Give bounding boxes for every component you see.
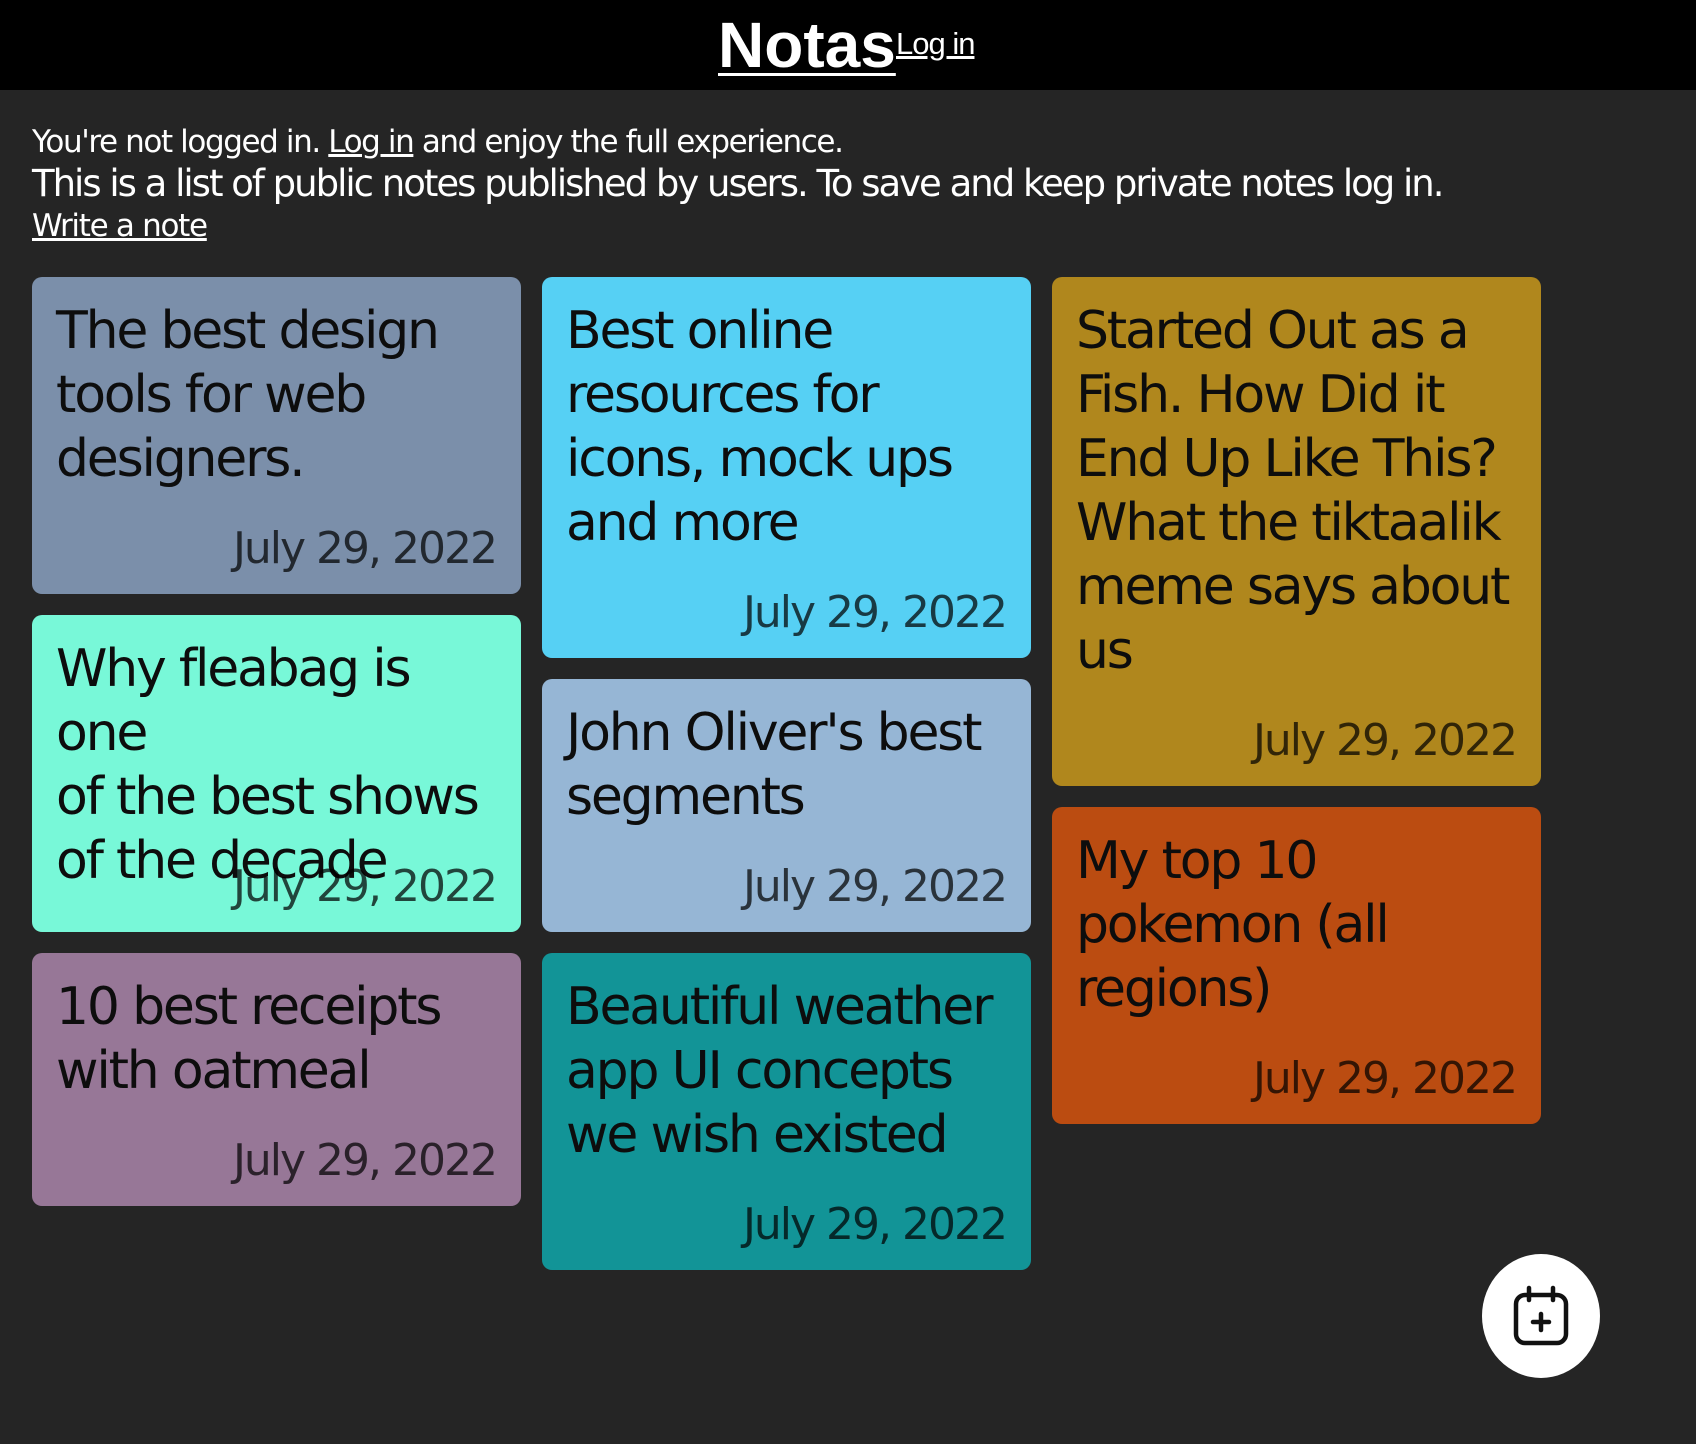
note-title: Best online resources for icons, mock up… (566, 301, 954, 553)
note-date: July 29, 2022 (1252, 1053, 1518, 1104)
note-date: July 29, 2022 (1252, 715, 1518, 766)
note-date: July 29, 2022 (742, 1199, 1008, 1250)
note-date: July 29, 2022 (742, 587, 1008, 638)
new-note-button[interactable] (1482, 1254, 1600, 1378)
note-card[interactable]: Why fleabag is one of the best shows of … (32, 615, 521, 932)
write-note-link[interactable]: Write a note (32, 208, 208, 244)
note-title: Started Out as a Fish. How Did it End Up… (1076, 301, 1510, 681)
note-date: July 29, 2022 (232, 523, 498, 574)
note-card[interactable]: Best online resources for icons, mock up… (542, 277, 1031, 658)
note-card[interactable]: My top 10 pokemon (all regions) July 29,… (1052, 807, 1541, 1124)
note-card[interactable]: Started Out as a Fish. How Did it End Up… (1052, 277, 1541, 786)
note-card[interactable]: The best design tools for web designers.… (32, 277, 521, 594)
note-title: John Oliver's best segments (566, 703, 983, 827)
intro-text: You're not logged in. Log in and enjoy t… (32, 122, 1444, 246)
note-title: Beautiful weather app UI concepts we wis… (566, 977, 993, 1165)
login-link[interactable]: Log in (328, 124, 414, 160)
note-title: My top 10 pokemon (all regions) (1076, 831, 1390, 1019)
top-bar: Notas Log in (0, 0, 1696, 90)
header-login-link[interactable]: Log in (896, 26, 975, 62)
login-notice: You're not logged in. Log in and enjoy t… (32, 124, 844, 160)
brand-logo-link[interactable]: Notas (718, 13, 896, 77)
note-date: July 29, 2022 (232, 1135, 498, 1186)
note-card[interactable]: 10 best receipts with oatmeal July 29, 2… (32, 953, 521, 1206)
note-card[interactable]: John Oliver's best segments July 29, 202… (542, 679, 1031, 932)
note-card[interactable]: Beautiful weather app UI concepts we wis… (542, 953, 1031, 1270)
note-date: July 29, 2022 (742, 861, 1008, 912)
note-title: The best design tools for web designers. (56, 301, 440, 489)
public-notes-description: This is a list of public notes published… (32, 162, 1444, 205)
note-date: July 29, 2022 (232, 861, 498, 912)
note-title: Why fleabag is one of the best shows of … (56, 639, 480, 891)
note-title: 10 best receipts with oatmeal (56, 977, 442, 1101)
calendar-add-icon (1513, 1285, 1569, 1346)
